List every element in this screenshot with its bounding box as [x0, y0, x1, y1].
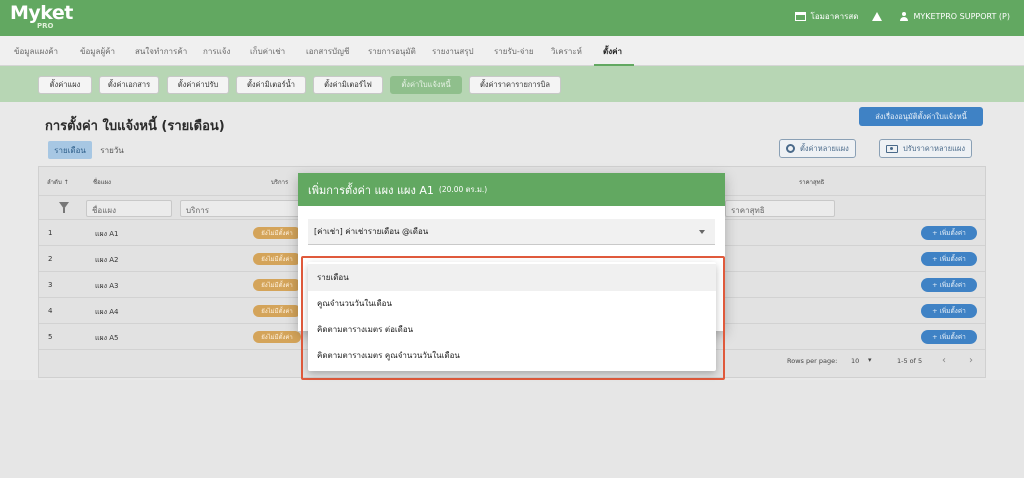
shop-name: โอมอาคารสด	[810, 12, 859, 21]
bulk-price-label: ปรับราคาหลายแผง	[903, 143, 966, 153]
dropdown-option-monthly[interactable]: รายเดือน	[308, 264, 716, 291]
tab-daily[interactable]: รายวัน	[92, 141, 132, 159]
home-icon[interactable]	[872, 12, 883, 21]
status-badge: ยังไม่มีตั้งค่า	[253, 305, 301, 317]
subnav-water-meter-settings[interactable]: ตั้งค่ามิเตอร์น้ำ	[236, 76, 306, 94]
bulk-settings-label: ตั้งค่าหลายแผง	[800, 143, 849, 153]
add-setting-button[interactable]: + เพิ่มตั้งค่า	[921, 252, 977, 266]
nav-approvals[interactable]: รายการอนุมัติ	[368, 45, 416, 58]
col-header-index[interactable]: ลำดับ ↑	[47, 177, 69, 187]
status-badge: ยังไม่มีตั้งค่า	[253, 331, 301, 343]
main-nav: ข้อมูลแผงค้า ข้อมูลผู้ค้า สนใจทำการค้า ก…	[0, 36, 1024, 66]
nav-analytics[interactable]: วิเคราะห์	[551, 45, 582, 58]
net-filter-input[interactable]: ราคาสุทธิ	[725, 200, 835, 217]
top-right-menu: โอมอาคารสด MYKETPRO SUPPORT (P)	[794, 10, 1010, 23]
row-stall-name: แผง A1	[95, 230, 119, 238]
row-stall-name: แผง A5	[95, 334, 119, 342]
row-index: 2	[48, 255, 53, 263]
col-header-stall[interactable]: ชื่อแผง	[93, 177, 111, 187]
stall-filter-input[interactable]: ชื่อแผง	[86, 200, 172, 217]
subnav-bill-price-settings[interactable]: ตั้งค่าราคารายการบิล	[469, 76, 561, 94]
row-stall-name: แผง A3	[95, 282, 119, 290]
add-setting-button[interactable]: + เพิ่มตั้งค่า	[921, 330, 977, 344]
modal-area: (20.00 ตร.ม.)	[438, 184, 488, 194]
nav-notify[interactable]: การแจ้ง	[203, 45, 230, 58]
modal-title: เพิ่มการตั้งค่า แผง แผง A1	[308, 183, 434, 197]
modal-header: เพิ่มการตั้งค่า แผง แผง A1 (20.00 ตร.ม.)	[298, 173, 725, 206]
nav-stall-info[interactable]: ข้อมูลแผงค้า	[14, 45, 58, 58]
user-menu[interactable]: MYKETPRO SUPPORT (P)	[900, 12, 1010, 21]
row-stall-name: แผง A2	[95, 256, 119, 264]
nav-accounting-docs[interactable]: เอกสารบัญชี	[306, 45, 349, 58]
service-select-value: [ค่าเช่า] ค่าเช่ารายเดือน @เดือน	[314, 227, 429, 236]
row-index: 1	[48, 229, 53, 237]
service-filter-input[interactable]: บริการ	[180, 200, 300, 217]
send-approval-button[interactable]: ส่งเรื่องอนุมัติตั้งค่าใบแจ้งหนี้	[859, 107, 983, 126]
page-background	[0, 380, 1024, 478]
rows-per-page-select[interactable]: 10	[851, 357, 859, 365]
dropdown-option-per-sqm-month[interactable]: คิดตามตารางเมตร ต่อเดือน	[308, 316, 716, 343]
nav-vendor-info[interactable]: ข้อมูลผู้ค้า	[80, 45, 115, 58]
service-select[interactable]: [ค่าเช่า] ค่าเช่ารายเดือน @เดือน	[308, 219, 715, 245]
nav-settings[interactable]: ตั้งค่า	[603, 45, 622, 58]
row-stall-name: แผง A4	[95, 308, 119, 316]
row-index: 5	[48, 333, 53, 341]
nav-summary-report[interactable]: รายงานสรุป	[432, 45, 474, 58]
settings-sub-nav: ตั้งค่าแผง ตั้งค่าเอกสาร ตั้งค่าค่าปรับ …	[0, 66, 1024, 102]
user-icon	[900, 12, 909, 21]
calculation-dropdown: รายเดือน คูณจำนวนวันในเดือน คิดตามตารางเ…	[308, 262, 716, 371]
row-index: 3	[48, 281, 53, 289]
store-icon	[794, 12, 806, 21]
dropdown-option-days-in-month[interactable]: คูณจำนวนวันในเดือน	[308, 290, 716, 317]
filter-icon-stem	[63, 208, 65, 213]
bulk-settings-button[interactable]: ตั้งค่าหลายแผง	[779, 139, 856, 158]
app-logo-sub: PRO	[37, 22, 54, 30]
add-setting-button[interactable]: + เพิ่มตั้งค่า	[921, 226, 977, 240]
user-name: MYKETPRO SUPPORT (P)	[913, 12, 1010, 21]
add-setting-button[interactable]: + เพิ่มตั้งค่า	[921, 304, 977, 318]
nav-income-expense[interactable]: รายรับ-จ่าย	[494, 45, 534, 58]
money-icon	[886, 144, 898, 153]
status-badge: ยังไม่มีตั้งค่า	[253, 227, 301, 239]
rows-per-page-label: Rows per page:	[787, 357, 838, 365]
subnav-penalty-settings[interactable]: ตั้งค่าค่าปรับ	[167, 76, 229, 94]
top-bar: Myket PRO โอมอาคารสด MYKETPRO SUPPORT (P…	[0, 0, 1024, 36]
col-header-net[interactable]: ราคาสุทธิ	[799, 177, 824, 187]
status-badge: ยังไม่มีตั้งค่า	[253, 279, 301, 291]
subnav-document-settings[interactable]: ตั้งค่าเอกสาร	[99, 76, 159, 94]
nav-collect-rent[interactable]: เก็บค่าเช่า	[250, 45, 285, 58]
tab-monthly[interactable]: รายเดือน	[48, 141, 92, 159]
chevron-down-icon[interactable]: ▾	[868, 356, 872, 364]
subnav-invoice-settings[interactable]: ตั้งค่าใบแจ้งหนี้	[390, 76, 462, 94]
subnav-stall-settings[interactable]: ตั้งค่าแผง	[38, 76, 92, 94]
shop-selector[interactable]: โอมอาคารสด	[794, 10, 859, 23]
row-index: 4	[48, 307, 53, 315]
nav-interested[interactable]: สนใจทำการค้า	[135, 45, 187, 58]
dropdown-option-per-sqm-days[interactable]: คิดตามตารางเมตร คูณจำนวนวันในเดือน	[308, 342, 716, 369]
gear-icon	[786, 144, 795, 153]
page-title: การตั้งค่า ใบแจ้งหนี้ (รายเดือน)	[45, 119, 225, 134]
status-badge: ยังไม่มีตั้งค่า	[253, 253, 301, 265]
col-header-service[interactable]: บริการ	[271, 177, 288, 187]
chevron-down-icon	[699, 230, 705, 234]
pagination-range: 1-5 of 5	[897, 357, 923, 365]
prev-page-icon[interactable]: ‹	[942, 355, 946, 366]
app-logo[interactable]: Myket	[10, 2, 73, 24]
next-page-icon[interactable]: ›	[969, 355, 973, 366]
add-setting-button[interactable]: + เพิ่มตั้งค่า	[921, 278, 977, 292]
subnav-electric-meter-settings[interactable]: ตั้งค่ามิเตอร์ไฟ	[313, 76, 383, 94]
bulk-price-button[interactable]: ปรับราคาหลายแผง	[879, 139, 973, 158]
